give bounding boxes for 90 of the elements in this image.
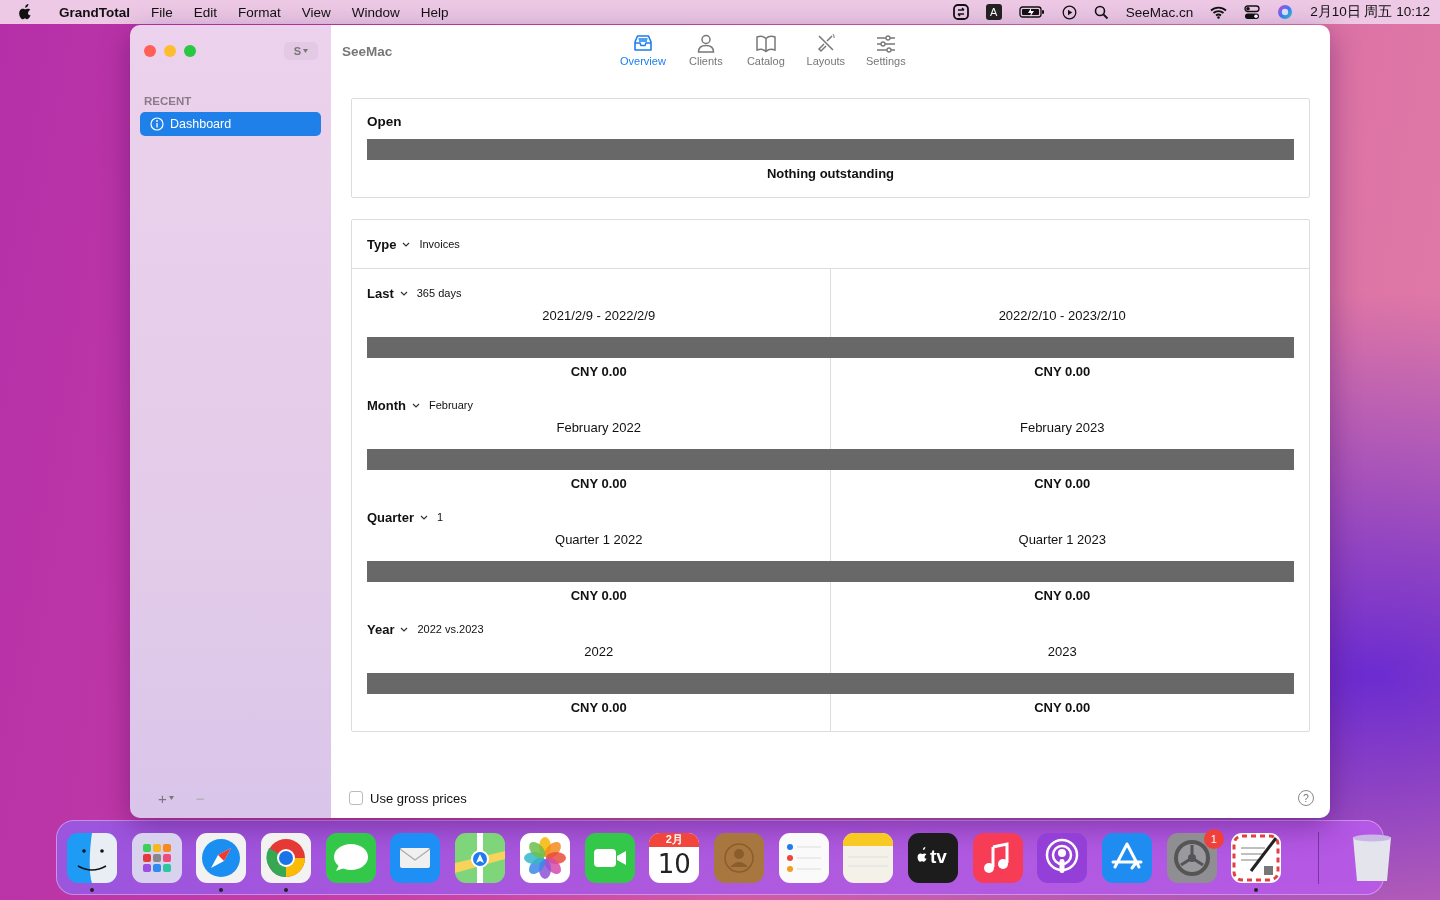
period-label: 2023 xyxy=(1046,643,1078,661)
finder-face-icon[interactable] xyxy=(67,832,117,883)
filter-label: Year xyxy=(367,621,395,637)
amount-value: CNY 0.00 xyxy=(1033,699,1092,717)
toolbar-tab[interactable]: Settings xyxy=(857,33,914,67)
toolbar-tab[interactable]: Catalog xyxy=(737,33,794,67)
sliders-icon xyxy=(874,33,897,53)
amount-value: CNY 0.00 xyxy=(569,699,628,717)
music-note-icon[interactable] xyxy=(972,832,1023,883)
app-store-icon[interactable] xyxy=(1102,832,1152,883)
menu-item[interactable]: File xyxy=(151,4,173,20)
calendar-icon[interactable] xyxy=(649,832,700,883)
amount-value: CNY 0.00 xyxy=(1033,587,1092,605)
toolbar-tab[interactable]: Layouts xyxy=(797,33,854,67)
period-label: 2022/2/10 - 2023/2/10 xyxy=(997,307,1127,325)
app-menu[interactable]: GrandTotal xyxy=(59,4,130,20)
book-icon xyxy=(754,33,777,53)
list-icon[interactable] xyxy=(778,832,829,883)
calendar-month: 2月 xyxy=(665,832,683,846)
tray-icon xyxy=(631,33,654,53)
section-heading: RECENT xyxy=(144,95,193,107)
play-icon[interactable] xyxy=(1061,4,1077,20)
letter-icon[interactable] xyxy=(1231,832,1282,883)
video-camera-icon[interactable] xyxy=(584,832,635,883)
caret-icon xyxy=(303,49,309,53)
amount-value: CNY 0.00 xyxy=(1033,363,1092,381)
input-source-icon[interactable]: A xyxy=(985,4,1002,20)
menu-item[interactable]: Edit xyxy=(193,4,218,20)
podcast-icon[interactable] xyxy=(1037,832,1088,883)
calendar-day: 10 xyxy=(657,848,691,879)
envelope-icon[interactable] xyxy=(390,832,441,883)
amount-value: CNY 0.00 xyxy=(1033,475,1092,493)
sync-icon[interactable] xyxy=(952,4,969,20)
toolbar-tab[interactable]: Clients xyxy=(677,33,734,67)
amount-value: CNY 0.00 xyxy=(569,363,628,381)
window-title: SeeMac xyxy=(342,44,394,59)
gear-icon[interactable] xyxy=(1166,832,1217,883)
menu-item[interactable]: Format xyxy=(238,4,281,20)
wifi-icon[interactable] xyxy=(1210,5,1228,19)
filter-label: Quarter xyxy=(367,509,414,525)
app-icon-text: tv xyxy=(929,845,947,868)
chevron-icon[interactable] xyxy=(419,514,428,520)
period-label: 2022 xyxy=(583,643,615,661)
checkbox-label[interactable]: Use gross prices xyxy=(370,790,467,806)
filter-label: Last xyxy=(367,285,394,301)
notification-badge: 1 xyxy=(1203,828,1224,849)
filter-value[interactable]: February xyxy=(429,399,473,411)
siri-icon[interactable] xyxy=(1277,4,1294,20)
status-text[interactable]: SeeMac.cn xyxy=(1125,4,1194,20)
amount-value: CNY 0.00 xyxy=(569,587,628,605)
compass-icon[interactable] xyxy=(196,832,247,883)
control-center-icon[interactable] xyxy=(1244,4,1261,20)
checkbox[interactable] xyxy=(349,791,363,805)
sidebar-item[interactable]: Dashboard xyxy=(140,112,321,136)
map-icon[interactable] xyxy=(455,832,506,883)
chevron-icon[interactable] xyxy=(412,402,420,408)
period-label: Quarter 1 2022 xyxy=(554,531,644,549)
period-label: Quarter 1 2023 xyxy=(1017,531,1107,549)
filter-label: Month xyxy=(367,397,406,413)
filter-value[interactable]: 365 days xyxy=(416,287,462,299)
info-icon xyxy=(150,117,164,131)
tv-app-icon[interactable] xyxy=(907,832,958,883)
chevron-icon[interactable] xyxy=(400,626,409,632)
filter-value[interactable]: 1 xyxy=(436,511,444,523)
menu-item[interactable]: View xyxy=(301,4,331,20)
period-label: February 2023 xyxy=(1018,419,1106,437)
flower-icon[interactable] xyxy=(519,832,570,883)
browser-icon[interactable] xyxy=(261,832,312,883)
menu-item[interactable]: Window xyxy=(351,4,400,20)
filter-value[interactable]: Invoices xyxy=(419,238,460,250)
speech-bubble-icon[interactable] xyxy=(325,832,376,883)
status-text[interactable]: 2月10日 周五 10:12 xyxy=(1310,3,1430,21)
period-label: February 2022 xyxy=(555,419,643,437)
apple-icon xyxy=(18,4,32,20)
search-icon[interactable] xyxy=(1093,4,1109,20)
help-button[interactable]: ? xyxy=(1298,790,1314,806)
caret-icon xyxy=(168,796,174,800)
amount-value: CNY 0.00 xyxy=(569,475,628,493)
period-label: 2021/2/9 - 2022/2/9 xyxy=(541,307,657,325)
panel-title: Open xyxy=(367,114,403,131)
filter-label: Type xyxy=(367,236,397,252)
filter-value[interactable]: 2022 vs.2023 xyxy=(417,623,484,635)
toolbar-tab[interactable]: Overview xyxy=(612,33,674,67)
chevron-icon[interactable] xyxy=(399,290,408,296)
app-grid-icon[interactable] xyxy=(131,832,182,883)
menu-item[interactable]: Help xyxy=(420,4,449,20)
chevron-icon[interactable] xyxy=(402,241,411,247)
notepad-icon[interactable] xyxy=(843,832,894,883)
battery-icon[interactable] xyxy=(1018,5,1045,19)
status-message: Nothing outstanding xyxy=(765,166,896,181)
